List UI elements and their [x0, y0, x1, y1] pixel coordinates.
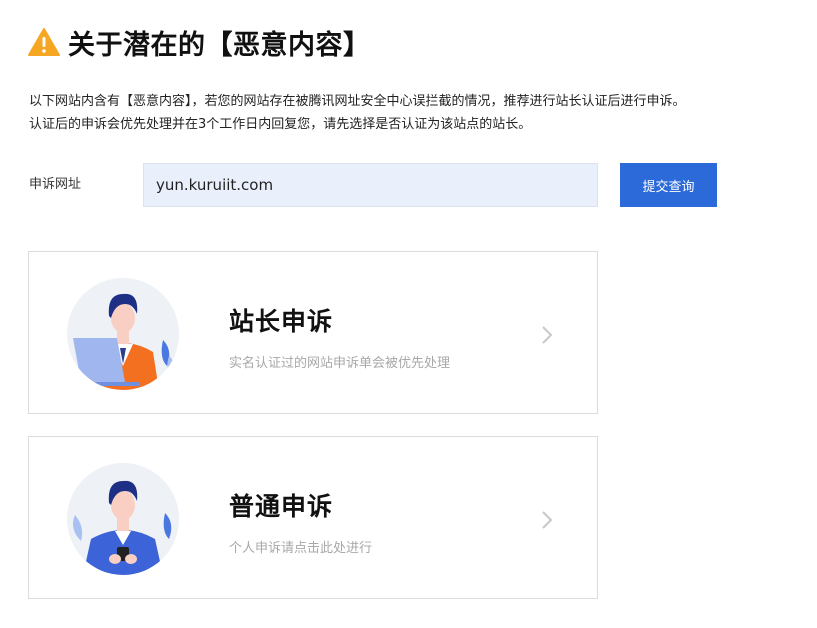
card-subtitle: 实名认证过的网站申诉单会被优先处理 — [229, 356, 451, 371]
card-title: 普通申诉 — [229, 492, 334, 521]
webmaster-avatar-icon — [67, 278, 179, 390]
page-title: 关于潜在的【恶意内容】 — [68, 29, 371, 61]
appeal-url-form: 申诉网址 提交查询 — [29, 163, 729, 207]
appeal-url-input[interactable] — [143, 163, 598, 207]
card-subtitle: 个人申诉请点击此处进行 — [229, 541, 373, 556]
webmaster-appeal-card[interactable]: 站长申诉 实名认证过的网站申诉单会被优先处理 — [28, 251, 598, 414]
chevron-right-icon — [542, 511, 553, 529]
description-line-2: 认证后的申诉会优先处理并在3个工作日内回复您，请先选择是否认证为该站点的站长。 — [29, 117, 532, 132]
chevron-right-icon — [542, 326, 553, 344]
user-avatar-icon — [67, 463, 179, 575]
description: 以下网站内含有【恶意内容】，若您的网站存在被腾讯网址安全中心误拦截的情况，推荐进… — [29, 90, 814, 136]
submit-query-button[interactable]: 提交查询 — [620, 163, 717, 207]
page-header: 关于潜在的【恶意内容】 — [28, 22, 371, 62]
warning-icon — [28, 27, 60, 57]
general-appeal-card[interactable]: 普通申诉 个人申诉请点击此处进行 — [28, 436, 598, 599]
card-title: 站长申诉 — [229, 307, 334, 336]
appeal-url-label: 申诉网址 — [29, 177, 82, 192]
description-line-1: 以下网站内含有【恶意内容】，若您的网站存在被腾讯网址安全中心误拦截的情况，推荐进… — [29, 94, 686, 109]
